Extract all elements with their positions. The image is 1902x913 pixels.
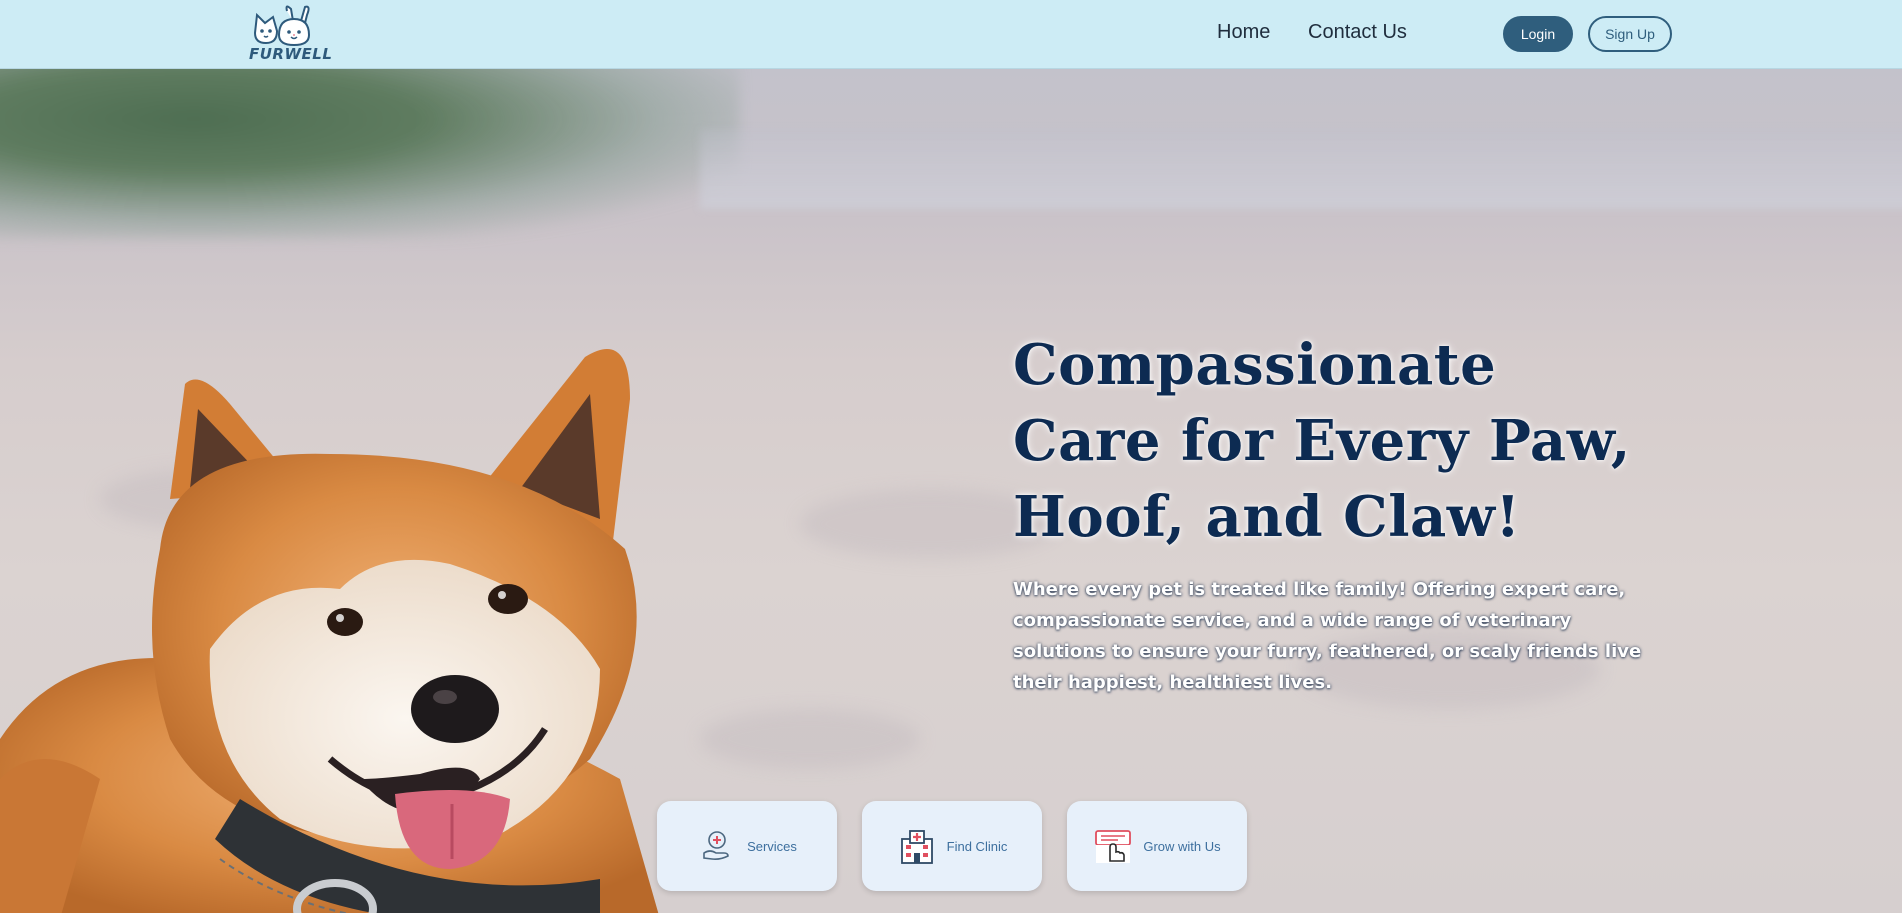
hand-heart-icon [697, 826, 737, 866]
shiba-dog-image [0, 349, 659, 913]
sand-texture [700, 709, 920, 769]
click-pointer-icon [1093, 826, 1133, 866]
logo-text: FURWELL [249, 45, 333, 63]
find-clinic-card-label: Find Clinic [946, 838, 1008, 854]
services-card-label: Services [747, 838, 797, 854]
find-clinic-card[interactable]: Find Clinic [862, 801, 1042, 891]
top-navbar: FURWELL Home Contact Us Login Sign Up [0, 0, 1902, 69]
background-horizon [700, 129, 1902, 209]
hero-subtitle: Where every pet is treated like family! … [1013, 579, 1642, 693]
furwell-logo[interactable]: FURWELL [247, 5, 333, 63]
nav-home-link[interactable]: Home [1217, 21, 1270, 44]
signup-button[interactable]: Sign Up [1588, 16, 1672, 52]
cat-bunny-logo-icon [253, 5, 311, 47]
background-trees [0, 69, 740, 239]
services-card[interactable]: Services [657, 801, 837, 891]
login-button[interactable]: Login [1503, 16, 1573, 52]
hero-section: Compassionate Care for Every Paw, Hoof, … [0, 69, 1902, 913]
hospital-icon [897, 826, 937, 866]
hero-title: Compassionate Care for Every Paw, Hoof, … [1013, 332, 1631, 550]
grow-with-us-card-label: Grow with Us [1143, 838, 1221, 854]
nav-contact-link[interactable]: Contact Us [1308, 21, 1407, 44]
grow-with-us-card[interactable]: Grow with Us [1067, 801, 1247, 891]
